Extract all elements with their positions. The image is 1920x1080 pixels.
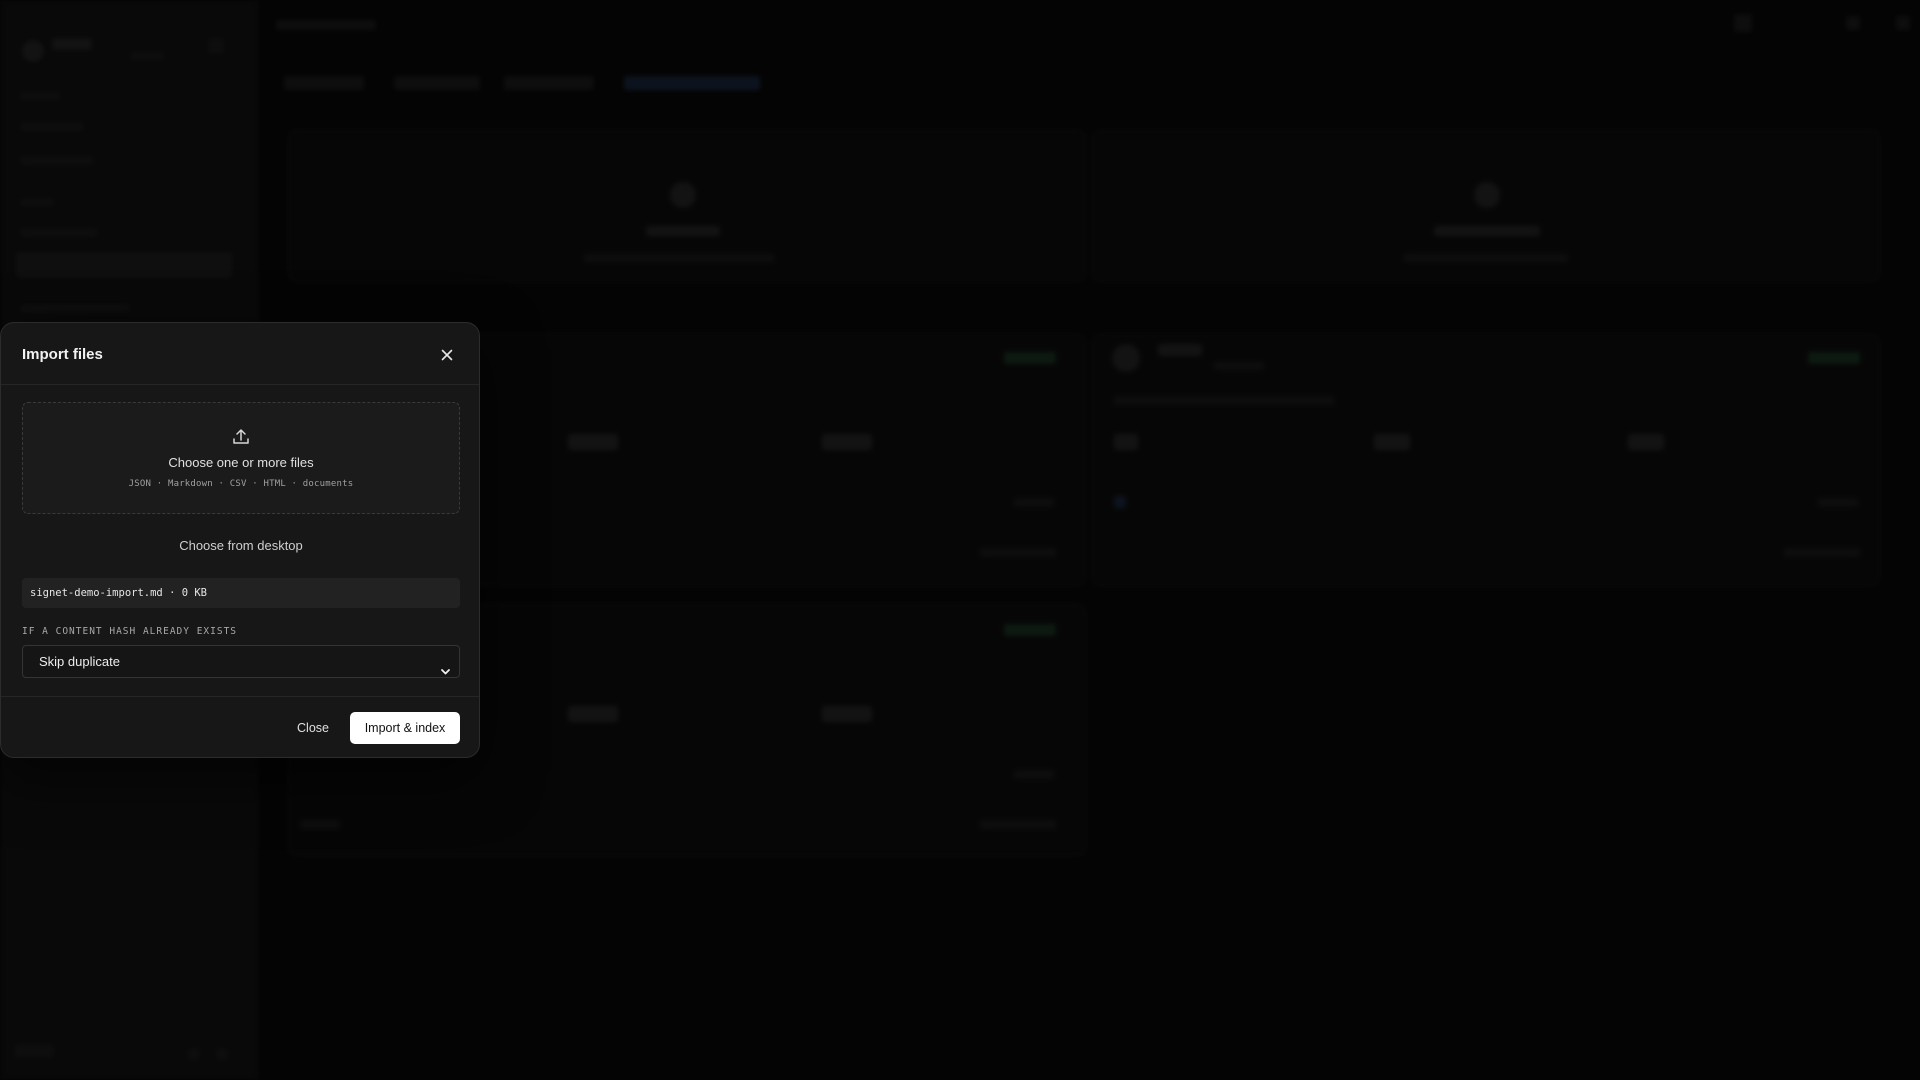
duplicate-policy-value: Skip duplicate [39,654,120,669]
dropzone-file-types: JSON · Markdown · CSV · HTML · documents [128,479,354,489]
dialog-title: Import files [22,346,103,363]
chevron-down-icon [440,657,451,675]
close-icon[interactable] [439,347,455,363]
dropzone-title: Choose one or more files [168,455,314,470]
dialog-footer-divider [1,696,479,697]
file-dropzone[interactable]: Choose one or more files JSON · Markdown… [22,402,460,514]
dialog-header: Import files [1,323,479,385]
duplicate-policy-select[interactable]: Skip duplicate [22,645,460,678]
choose-from-desktop-button[interactable]: Choose from desktop [22,528,460,564]
import-files-dialog: Import files Choose one or more files JS… [0,322,480,758]
upload-icon [231,427,251,447]
selected-file: signet-demo-import.md · 0 KB [22,578,460,608]
duplicate-policy-label: IF A CONTENT HASH ALREADY EXISTS [22,626,238,637]
import-and-index-button[interactable]: Import & index [350,712,460,744]
close-button[interactable]: Close [287,712,339,744]
